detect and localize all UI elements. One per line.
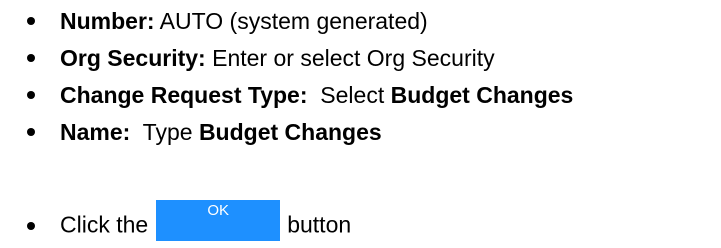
item-text: Click the OKbutton: [60, 199, 352, 247]
item-label: Number:: [60, 7, 155, 34]
item-text: Name: Type Budget Changes: [60, 119, 382, 146]
bullet-icon: [27, 91, 35, 99]
item-description: Type: [130, 118, 199, 145]
item-description: Select: [307, 81, 391, 108]
item-value: Budget Changes: [198, 118, 382, 145]
bullet-icon: [27, 128, 35, 136]
bullet-icon: [27, 54, 35, 62]
item-label: Org Security:: [60, 44, 206, 71]
item-description: Enter or select Org Security: [205, 44, 495, 71]
item-description: AUTO (system generated): [154, 7, 428, 34]
item-text: Change Request Type: Select Budget Chang…: [60, 82, 573, 109]
bullet-icon: [27, 222, 35, 230]
ok-button[interactable]: OK: [156, 199, 281, 241]
item-label: Change Request Type:: [60, 81, 308, 108]
item-value: Budget Changes: [390, 81, 574, 108]
item-label: Name:: [60, 118, 131, 145]
bullet-icon: [27, 17, 35, 25]
click-prefix: Click the: [60, 211, 149, 238]
click-suffix: button: [287, 211, 352, 238]
item-text: Org Security: Enter or select Org Securi…: [60, 45, 495, 72]
item-text: Number: AUTO (system generated): [60, 8, 428, 35]
